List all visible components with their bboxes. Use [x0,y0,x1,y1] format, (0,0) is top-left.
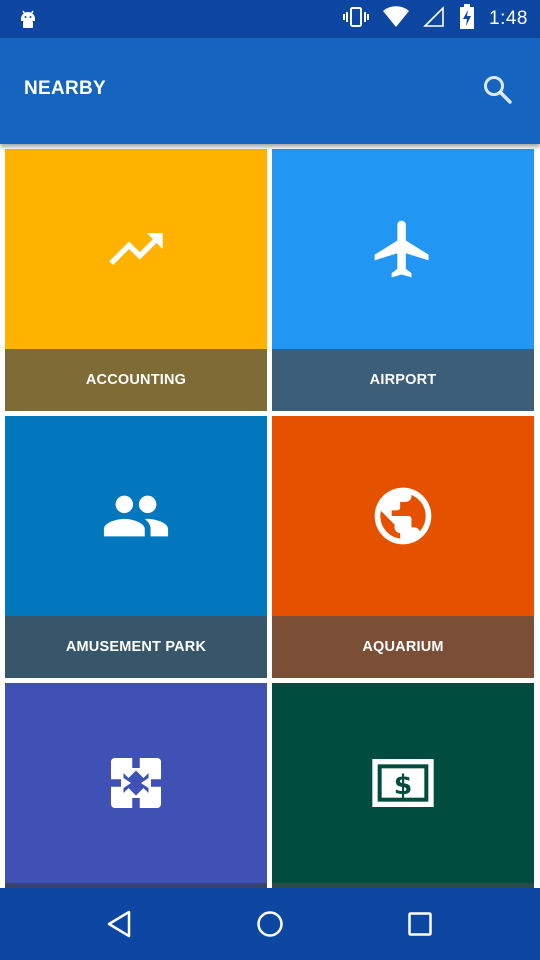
cash-icon: $ [372,759,434,807]
search-button[interactable] [480,72,516,108]
tile-item-5[interactable] [5,683,267,888]
status-time: 1:48 [489,8,528,29]
tile-label: AQUARIUM [272,616,534,678]
category-grid: ACCOUNTING AIRPORT AMUSEMENT PARK AQUARI… [0,144,540,888]
trending-up-icon [109,233,163,265]
tile-item-6[interactable]: $ [272,683,534,888]
tile-accounting[interactable]: ACCOUNTING [5,149,267,411]
tile-amusement-park[interactable]: AMUSEMENT PARK [5,416,267,678]
airplane-icon [374,220,429,278]
tile-image: $ [272,683,534,883]
android-debug-icon [16,7,40,31]
tile-image [5,416,267,616]
svg-text:$: $ [394,770,413,801]
home-button[interactable] [246,900,294,948]
photo-frame-icon [111,758,161,808]
app-bar: NEARBY [0,38,540,144]
tile-airport[interactable]: AIRPORT [272,149,534,411]
navigation-bar [0,888,540,960]
tile-aquarium[interactable]: AQUARIUM [272,416,534,678]
page-title: NEARBY [24,78,107,99]
back-icon [107,910,131,938]
tile-label: ACCOUNTING [5,349,267,411]
signal-icon [423,6,445,32]
tile-label: AMUSEMENT PARK [5,616,267,678]
globe-icon [374,487,432,545]
vibrate-icon [343,5,370,33]
recents-button[interactable] [396,900,444,948]
tile-label: AIRPORT [272,349,534,411]
tile-image [272,416,534,616]
group-icon [103,495,169,537]
recents-icon [408,912,432,936]
tile-image [5,149,267,349]
back-button[interactable] [96,900,144,948]
battery-charging-icon [459,4,475,34]
tile-image [5,683,267,883]
wifi-icon [383,6,410,32]
status-bar: 1:48 [0,0,540,38]
home-icon [257,911,283,937]
tile-image [272,149,534,349]
search-icon [484,76,512,104]
